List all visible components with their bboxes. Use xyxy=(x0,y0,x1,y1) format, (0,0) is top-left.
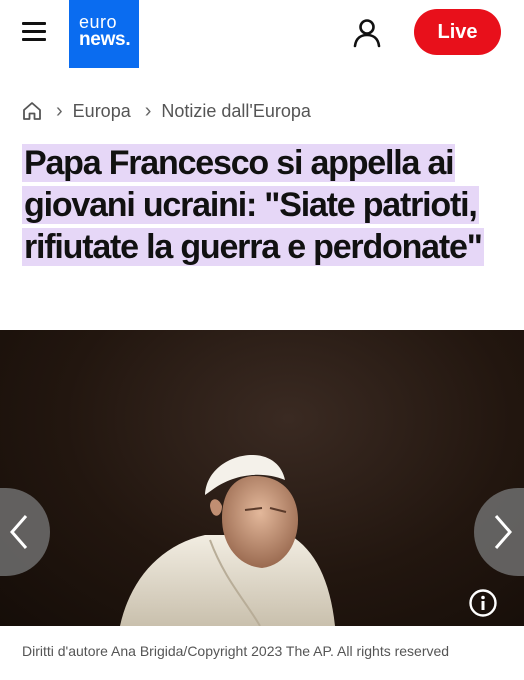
article-photo[interactable] xyxy=(0,330,524,626)
euronews-logo[interactable]: euro news. xyxy=(69,0,139,68)
photo-caption: Diritti d'autore Ana Brigida/Copyright 2… xyxy=(22,643,450,659)
pope-francis-image xyxy=(120,455,335,626)
breadcrumb-item-notizie[interactable]: Notizie dall'Europa xyxy=(161,101,311,122)
breadcrumb: › Europa › Notizie dall'Europa xyxy=(22,98,311,124)
chevron-left-icon xyxy=(10,515,28,549)
breadcrumb-item-europa[interactable]: Europa xyxy=(73,101,131,122)
live-button[interactable]: Live xyxy=(414,9,501,55)
chevron-right-icon xyxy=(494,515,512,549)
site-header: euro news. Live xyxy=(0,0,524,68)
logo-line-2: news. xyxy=(79,29,131,50)
hamburger-menu-icon[interactable] xyxy=(22,22,46,44)
gallery-next-button[interactable] xyxy=(474,488,524,576)
article-title: Papa Francesco si appella ai giovani ucr… xyxy=(22,142,502,268)
chevron-right-icon: › xyxy=(144,99,152,122)
gallery-prev-button[interactable] xyxy=(0,488,50,576)
home-icon[interactable] xyxy=(22,101,42,121)
article-title-text: Papa Francesco si appella ai giovani ucr… xyxy=(22,144,484,266)
user-icon[interactable] xyxy=(352,18,382,48)
chevron-right-icon: › xyxy=(56,99,63,122)
info-icon[interactable] xyxy=(468,588,498,618)
